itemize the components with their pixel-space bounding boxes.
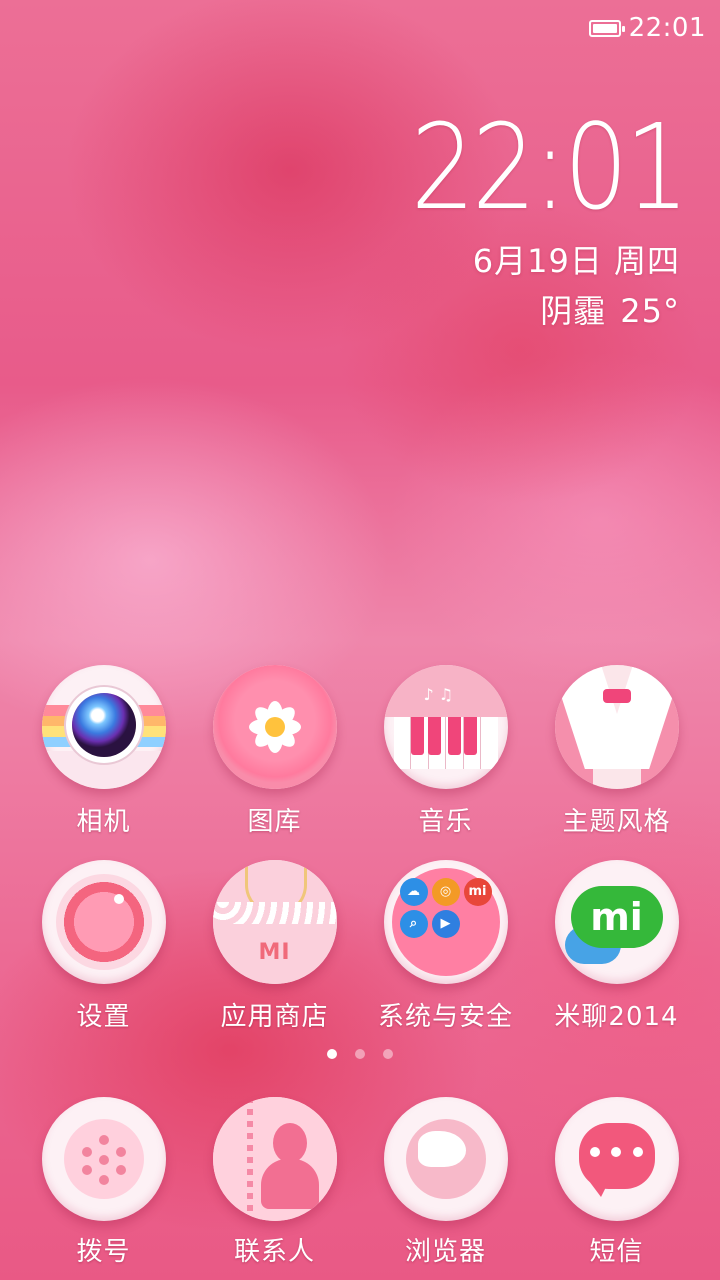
app-store[interactable]: MI 应用商店 [189,860,360,1033]
page-dot-1[interactable] [327,1049,337,1059]
app-grid-row-2: 设置 MI 应用商店 ☁ ◎ mi ⌕ ▶ 系统与安全 mi 米聊2014 [18,860,702,1033]
app-label: 相机 [76,807,131,837]
theme-suit-icon [554,665,679,789]
page-dot-3[interactable] [383,1049,393,1059]
app-messages[interactable]: 短信 [531,1097,702,1268]
app-label: 系统与安全 [377,1002,513,1032]
app-label: 短信 [589,1237,644,1267]
app-label: 拨号 [76,1237,131,1267]
clock-time: 22:01 [410,98,690,236]
app-contacts[interactable]: 联系人 [189,1097,360,1268]
dock: 拨号 联系人 浏览器 短信 [18,1097,702,1268]
app-system-security-folder[interactable]: ☁ ◎ mi ⌕ ▶ 系统与安全 [360,860,531,1033]
app-camera[interactable]: 相机 [18,665,189,838]
shopping-bag-icon: MI [212,860,337,984]
app-label: 浏览器 [404,1237,486,1267]
app-label: 图库 [247,807,302,837]
app-music[interactable]: ♪ ♫ 音乐 [360,665,531,838]
folder-icon: ☁ ◎ mi ⌕ ▶ [383,860,508,984]
app-settings[interactable]: 设置 [18,860,189,1033]
page-dot-2[interactable] [355,1049,365,1059]
page-indicator[interactable] [0,1049,720,1059]
weather-condition: 阴霾 [540,292,607,330]
status-time: 22:01 [628,13,706,43]
app-grid-row-1: 相机 图库 ♪ ♫ 音乐 主题风格 [18,665,702,838]
weather-temperature: 25° [620,292,680,330]
status-bar: 22:01 [588,10,706,46]
contacts-icon [212,1097,337,1221]
clock-widget[interactable]: 22:01 6月19日 周四 阴霾 25° [366,108,690,332]
app-theme[interactable]: 主题风格 [531,665,702,838]
message-icon [554,1097,679,1221]
app-label: 设置 [76,1002,131,1032]
dialpad-icon [41,1097,166,1221]
camera-icon [41,665,166,789]
app-browser[interactable]: 浏览器 [360,1097,531,1268]
app-label: 米聊2014 [554,1002,679,1032]
app-gallery[interactable]: 图库 [189,665,360,838]
settings-dial-icon [41,860,166,984]
app-label: 应用商店 [220,1002,329,1032]
app-mi-chat[interactable]: mi 米聊2014 [531,860,702,1033]
weather-info: 阴霾 25° [366,286,680,332]
app-dialer[interactable]: 拨号 [18,1097,189,1268]
mi-chat-icon: mi [554,860,679,984]
globe-icon [383,1097,508,1221]
clock-date: 6月19日 周四 [472,242,680,280]
app-label: 音乐 [418,807,473,837]
app-label: 联系人 [233,1237,315,1267]
app-label: 主题风格 [562,807,671,837]
battery-icon [588,19,625,37]
gallery-flower-icon [212,665,337,789]
piano-icon: ♪ ♫ [383,665,508,789]
